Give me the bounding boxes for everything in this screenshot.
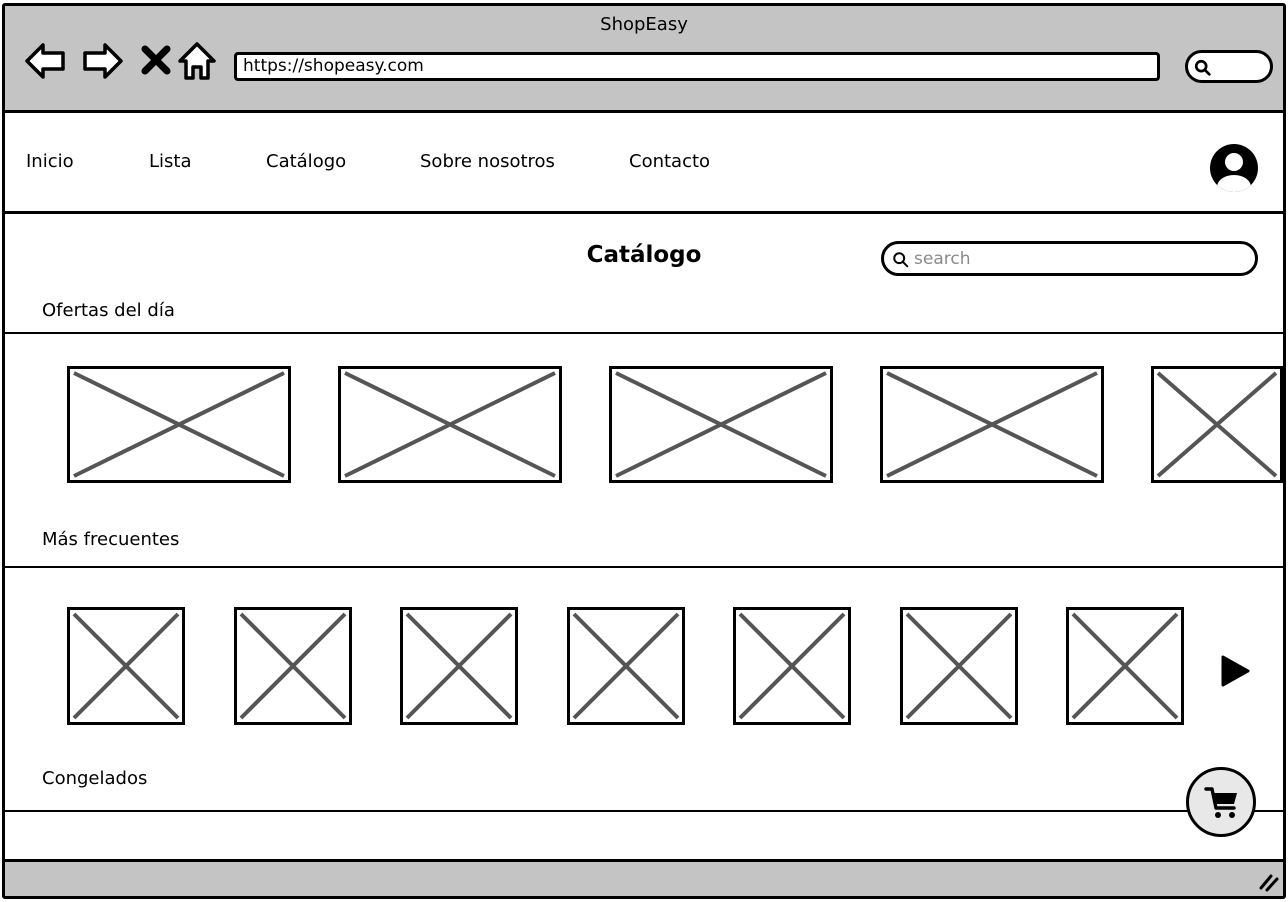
shopping-cart-icon — [1204, 787, 1237, 818]
image-placeholder[interactable] — [566, 607, 685, 725]
section-frecuentes-label: Más frecuentes — [42, 529, 180, 550]
section-divider — [5, 810, 1283, 812]
back-icon[interactable] — [23, 39, 67, 83]
status-bar — [5, 859, 1283, 896]
search-input[interactable] — [914, 246, 1244, 272]
nav-catalogo[interactable]: Catálogo — [266, 151, 346, 172]
home-icon[interactable] — [175, 39, 219, 83]
section-divider — [5, 566, 1283, 568]
catalog-search[interactable] — [881, 241, 1258, 276]
image-placeholder[interactable] — [609, 366, 833, 483]
url-bar[interactable]: https://shopeasy.com — [234, 52, 1160, 81]
nav-inicio[interactable]: Inicio — [26, 151, 74, 172]
main-nav: Inicio Lista Catálogo Sobre nosotros Con… — [5, 113, 1283, 214]
nav-contacto[interactable]: Contacto — [629, 151, 710, 172]
image-placeholder[interactable] — [400, 607, 518, 725]
image-placeholder[interactable] — [67, 366, 291, 483]
image-placeholder[interactable] — [67, 607, 185, 725]
section-congelados-label: Congelados — [42, 768, 148, 789]
nav-lista[interactable]: Lista — [149, 151, 192, 172]
image-placeholder[interactable] — [899, 607, 1018, 725]
section-ofertas-label: Ofertas del día — [42, 300, 175, 321]
resize-grip-icon[interactable] — [1257, 870, 1279, 892]
forward-icon[interactable] — [81, 39, 125, 83]
window-title: ShopEasy — [600, 14, 688, 35]
search-icon — [893, 252, 909, 268]
image-placeholder[interactable] — [1066, 607, 1184, 725]
image-placeholder[interactable] — [233, 607, 352, 725]
play-arrow-icon[interactable] — [1219, 654, 1251, 688]
user-avatar-icon[interactable] — [1208, 142, 1260, 194]
search-icon — [1194, 59, 1211, 76]
catalog-page: Catálogo Ofertas del día Más frecuentes … — [5, 214, 1283, 862]
section-divider — [5, 332, 1283, 334]
nav-sobre-nosotros[interactable]: Sobre nosotros — [420, 151, 555, 172]
browser-window: ShopEasy https://shopeasy.com Inicio Lis… — [2, 3, 1286, 899]
image-placeholder[interactable] — [733, 607, 851, 725]
image-placeholder[interactable] — [1151, 366, 1283, 483]
close-icon[interactable] — [135, 39, 179, 83]
cart-button[interactable] — [1186, 767, 1256, 837]
browser-toolbar: ShopEasy https://shopeasy.com — [5, 6, 1283, 113]
image-placeholder[interactable] — [880, 366, 1104, 483]
image-placeholder[interactable] — [338, 366, 562, 483]
browser-search-field[interactable] — [1185, 50, 1273, 83]
